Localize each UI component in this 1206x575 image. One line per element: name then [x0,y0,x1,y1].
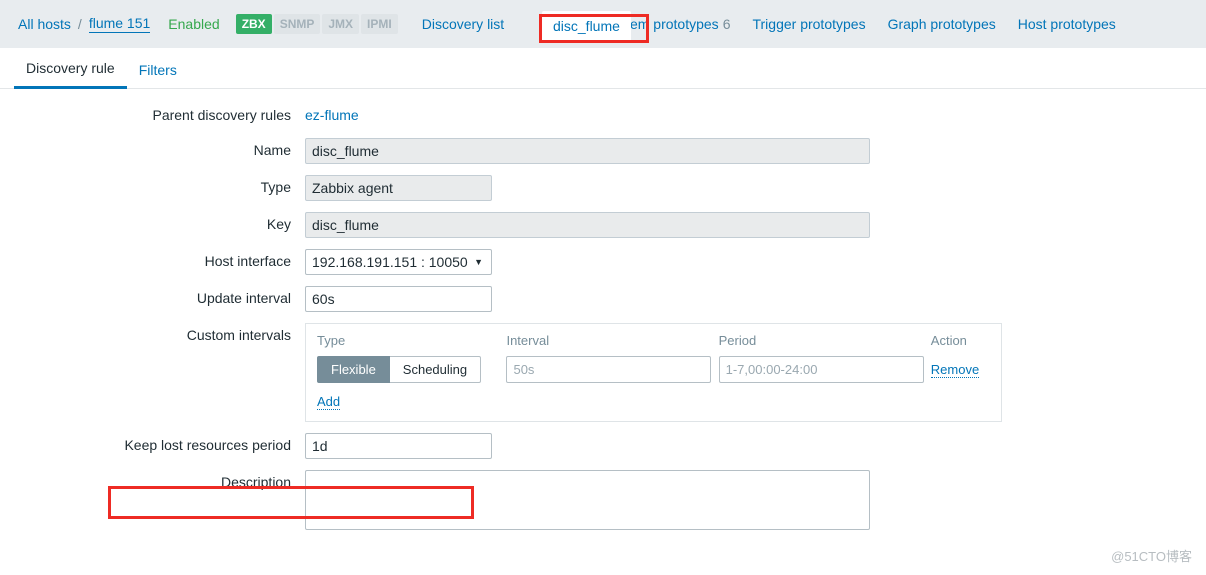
field-key [305,212,1206,238]
description-textarea[interactable] [305,470,870,530]
interface-badge-snmp: SNMP [273,14,321,34]
label-keep-lost-resources-period: Keep lost resources period [124,437,291,453]
interface-badges: ZBX SNMP JMX IPMI [235,14,400,34]
add-interval-row: Add [317,394,990,410]
breadcrumb-host[interactable]: flume 151 [88,15,151,33]
field-type [305,175,1206,201]
interval-action-cell: Remove [930,362,990,378]
interval-input[interactable] [506,356,712,383]
label-parent-discovery-rules: Parent discovery rules [152,107,291,123]
period-value-cell [718,356,931,383]
chevron-down-icon: ▼ [474,257,483,267]
update-interval-input[interactable] [305,286,492,312]
remove-interval-link[interactable]: Remove [930,362,980,378]
parent-discovery-rule-link[interactable]: ez-flume [305,107,359,123]
field-update-interval [305,286,1206,312]
field-host-interface: 192.168.191.151 : 10050 ▼ [305,249,1206,275]
field-name [305,138,1206,164]
interval-value-cell [506,356,718,383]
interval-type-flexible-button[interactable]: Flexible [317,356,390,383]
form-row-host-interface: Host interface 192.168.191.151 : 10050 ▼ [0,249,1206,275]
form-row-name: Name [0,138,1206,164]
interface-badge-zbx: ZBX [235,14,272,34]
header-link-host-prototypes[interactable]: Host prototypes [1018,16,1116,32]
form-row-parent-rules: Parent discovery rules ez-flume [0,103,1206,127]
custom-intervals-panel: Type Interval Period Action Flexible Sch… [305,323,1002,422]
tab-discovery-rule[interactable]: Discovery rule [14,60,127,89]
header-link-item-prototypes-label: Item prototypes [622,16,719,32]
label-host-interface: Host interface [204,253,291,269]
page-header: All hosts / flume 151 Enabled ZBX SNMP J… [0,0,1206,48]
column-header-action: Action [930,333,967,348]
header-link-item-prototypes[interactable]: Item prototypes 6 [622,16,730,32]
interval-type-scheduling-button[interactable]: Scheduling [389,356,482,383]
form-tab-bar: Discovery rule Filters [0,48,1206,89]
label-key: Key [266,216,291,232]
label-custom-intervals: Custom intervals [186,327,291,343]
form-row-description: Description [0,470,1206,533]
item-prototypes-count: 6 [722,16,731,32]
form-row-update-interval: Update interval [0,286,1206,312]
watermark: @51CTO博客 [1111,549,1192,564]
interval-type-toggle: Flexible Scheduling [317,356,506,383]
type-input [305,175,492,201]
period-input[interactable] [718,356,924,383]
field-custom-intervals: Type Interval Period Action Flexible Sch… [305,323,1206,422]
key-input [305,212,870,238]
keep-lost-resources-period-input[interactable] [305,433,492,459]
label-description: Description [220,474,291,490]
field-parent-discovery-rules: ez-flume [305,103,1206,127]
custom-interval-row: Flexible Scheduling Remove [317,356,990,383]
form-row-keep-lost-resources: Keep lost resources period [0,433,1206,459]
host-interface-select[interactable]: 192.168.191.151 : 10050 ▼ [305,249,492,275]
tab-filters[interactable]: Filters [127,62,189,88]
interface-badge-jmx: JMX [322,14,360,34]
selected-discovery-tab[interactable]: disc_flume [542,11,631,41]
breadcrumb-separator: / [77,16,82,32]
host-interface-value: 192.168.191.151 : 10050 [312,254,468,270]
column-header-period: Period [718,333,757,348]
field-description [305,470,1206,533]
selected-discovery-tab-label: disc_flume [553,18,620,34]
form-row-custom-intervals: Custom intervals Type Interval Period Ac… [0,323,1206,422]
discovery-rule-form: Parent discovery rules ez-flume Name Typ… [0,89,1206,533]
label-type: Type [260,179,291,195]
form-row-type: Type [0,175,1206,201]
label-update-interval: Update interval [196,290,291,306]
breadcrumb-all-hosts[interactable]: All hosts [18,16,71,32]
column-header-interval: Interval [506,333,550,348]
custom-intervals-header: Type Interval Period Action [317,333,990,348]
header-link-discovery-list[interactable]: Discovery list [422,16,504,32]
field-keep-lost-resources-period [305,433,1206,459]
host-status[interactable]: Enabled [168,16,219,32]
column-header-type: Type [317,333,346,348]
label-name: Name [253,142,291,158]
interface-badge-ipmi: IPMI [361,14,398,34]
add-interval-link[interactable]: Add [317,394,341,410]
name-input [305,138,870,164]
header-link-trigger-prototypes[interactable]: Trigger prototypes [752,16,865,32]
header-link-graph-prototypes[interactable]: Graph prototypes [888,16,996,32]
form-row-key: Key [0,212,1206,238]
